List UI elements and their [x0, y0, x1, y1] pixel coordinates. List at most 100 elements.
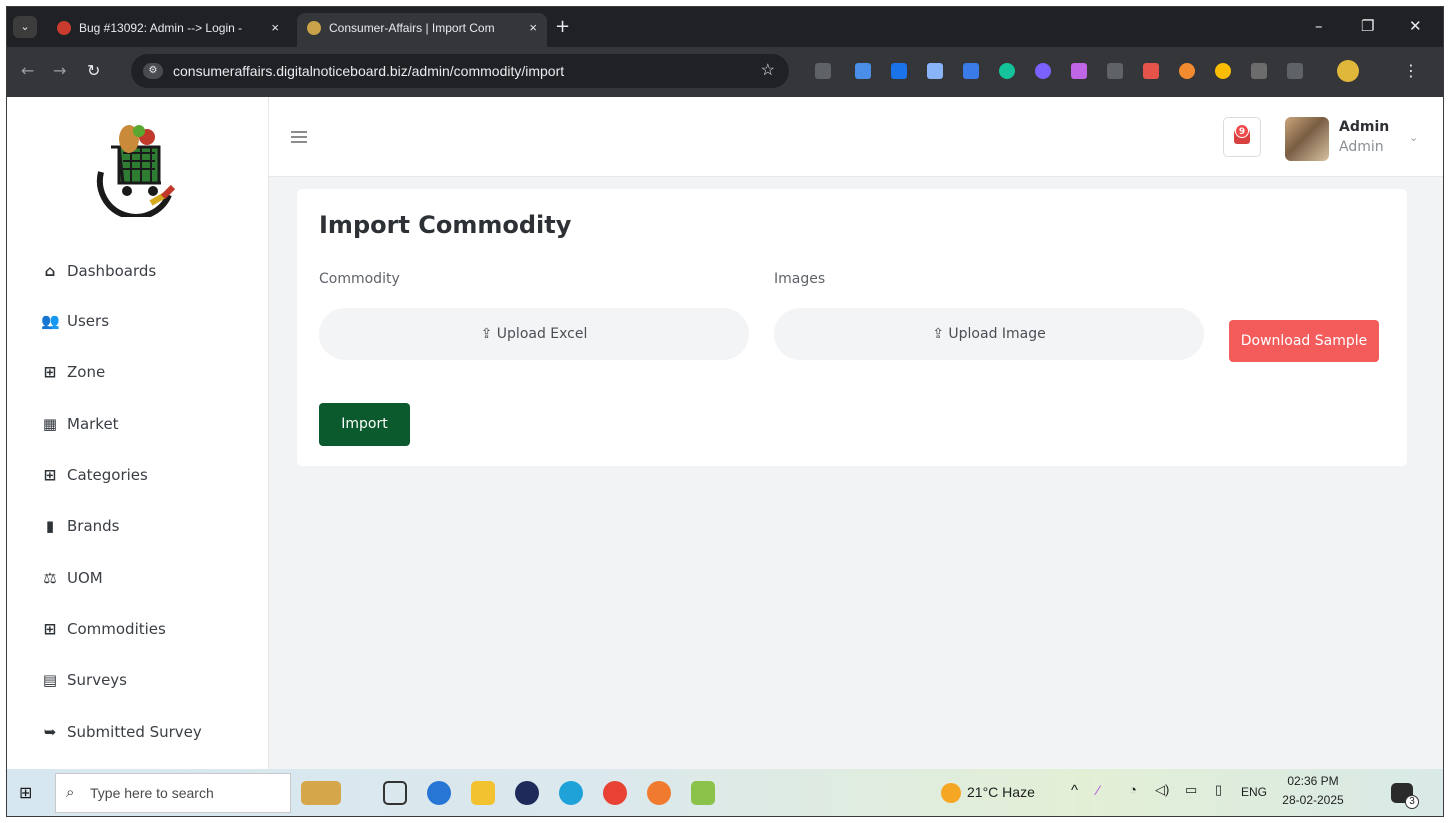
profile-avatar-icon[interactable]	[1337, 60, 1359, 82]
bookmark-star-icon[interactable]: ☆	[761, 54, 775, 88]
chrome-icon[interactable]	[603, 781, 627, 805]
page-title: Import Commodity	[319, 211, 572, 239]
grid-icon: ⊞	[43, 363, 57, 381]
sidebar-item-commodities[interactable]: ⊞ Commodities	[41, 615, 166, 643]
upload-excel-label: Upload Excel	[496, 326, 588, 342]
task-view-icon[interactable]	[383, 781, 407, 805]
windows-start-icon[interactable]: ⊞	[19, 785, 35, 801]
sidebar-item-label: Categories	[67, 466, 148, 484]
search-icon: ⌕	[66, 784, 75, 801]
notification-button[interactable]: 9	[1223, 117, 1261, 157]
lantern-widget-icon[interactable]	[301, 781, 341, 805]
restore-icon[interactable]: ❐	[1361, 17, 1374, 35]
language-indicator[interactable]: ENG	[1241, 785, 1267, 799]
skype-icon[interactable]	[427, 781, 451, 805]
main-content: Import Commodity Commodity Images ⇪ Uplo…	[269, 177, 1443, 769]
sidebar-item-uom[interactable]: ⚖ UOM	[41, 564, 103, 592]
chevron-down-icon[interactable]: ⌄	[1409, 131, 1418, 144]
hamburger-menu-icon[interactable]	[291, 131, 307, 143]
extension-sigma-icon[interactable]	[815, 63, 831, 79]
sidebar-item-surveys[interactable]: ▤ Surveys	[41, 666, 127, 694]
extensions-puzzle-icon[interactable]	[1287, 63, 1303, 79]
extension-ring-icon[interactable]	[1179, 63, 1195, 79]
upload-excel-button[interactable]: ⇪ Upload Excel	[319, 308, 749, 360]
sidebar-item-label: Users	[67, 312, 110, 330]
clock-time[interactable]: 02:36 PM	[1277, 774, 1349, 788]
wifi-icon[interactable]: ◔	[1129, 782, 1137, 797]
user-name[interactable]: Admin	[1339, 119, 1389, 135]
import-card: Import Commodity Commodity Images ⇪ Uplo…	[297, 189, 1407, 466]
clock-date[interactable]: 28-02-2025	[1277, 793, 1349, 807]
sidebar-item-label: Dashboards	[67, 262, 157, 280]
upload-image-button[interactable]: ⇪ Upload Image	[774, 308, 1204, 360]
sidebar-item-categories[interactable]: ⊞ Categories	[41, 461, 148, 489]
download-sample-button[interactable]: Download Sample	[1229, 320, 1379, 362]
battery-icon[interactable]: ▭	[1185, 782, 1197, 798]
site-info-icon[interactable]: ⚙	[143, 63, 163, 79]
sidebar-item-submitted-survey[interactable]: ➥ Submitted Survey	[41, 718, 202, 746]
chevron-up-icon[interactable]: ^	[1071, 782, 1078, 799]
firefox-icon[interactable]	[647, 781, 671, 805]
weather-icon[interactable]	[941, 783, 961, 803]
sidebar-item-label: Market	[67, 415, 119, 433]
chrome-menu-icon[interactable]: ⋮	[1403, 61, 1419, 80]
import-button[interactable]: Import	[319, 403, 410, 446]
close-window-icon[interactable]: ✕	[1409, 17, 1422, 35]
back-icon[interactable]: ←	[21, 61, 34, 80]
extension-screen-icon[interactable]	[927, 63, 943, 79]
scale-icon: ⚖	[43, 569, 57, 587]
sidebar-item-users[interactable]: 👥 Users	[41, 307, 109, 335]
sidebar-item-label: Brands	[67, 517, 120, 535]
tab-title: Bug #13092: Admin --> Login -	[79, 21, 243, 35]
tab-title: Consumer-Affairs | Import Com	[329, 21, 495, 35]
notepad-icon[interactable]	[691, 781, 715, 805]
upload-icon: ⇪	[932, 326, 949, 342]
extension-pen-icon[interactable]	[1071, 63, 1087, 79]
extension-translate-icon[interactable]	[855, 63, 871, 79]
sidebar: ⌂ Dashboards 👥 Users ⊞ Zone ▦ Market ⊞ C…	[7, 97, 269, 769]
users-icon: 👥	[41, 312, 60, 330]
grammarly-icon[interactable]	[999, 63, 1015, 79]
extension-camera-icon[interactable]	[891, 63, 907, 79]
weather-text[interactable]: 21°C Haze	[967, 784, 1035, 800]
tab-search-button[interactable]: ⌄	[13, 16, 37, 38]
edge-icon[interactable]	[559, 781, 583, 805]
pen-tray-icon[interactable]: ⁄	[1097, 782, 1099, 798]
extension-crx-icon[interactable]	[1251, 63, 1267, 79]
sidebar-item-market[interactable]: ▦ Market	[41, 410, 119, 438]
sidebar-item-label: Commodities	[67, 620, 166, 638]
top-header: 9 Admin Admin ⌄	[269, 97, 1443, 177]
browser-tab-active[interactable]: Consumer-Affairs | Import Com ×	[297, 13, 547, 47]
minimize-icon[interactable]: –	[1315, 17, 1323, 35]
extension-spark-icon[interactable]	[1035, 63, 1051, 79]
new-tab-button[interactable]: +	[555, 17, 570, 37]
input-method-icon[interactable]: ▯	[1215, 782, 1222, 798]
eclipse-icon[interactable]	[515, 781, 539, 805]
images-label: Images	[774, 271, 826, 287]
extension-smile-icon[interactable]	[1215, 63, 1231, 79]
avatar[interactable]	[1285, 117, 1329, 161]
home-icon: ⌂	[44, 262, 56, 280]
store-icon: ▦	[42, 415, 58, 433]
extension-cursor-icon[interactable]	[1107, 63, 1123, 79]
forward-icon[interactable]: →	[53, 61, 66, 80]
reload-icon[interactable]: ↻	[87, 61, 100, 80]
close-tab-icon[interactable]: ×	[529, 13, 537, 43]
browser-tab-bug[interactable]: Bug #13092: Admin --> Login - ×	[47, 13, 289, 47]
extension-f-icon[interactable]	[963, 63, 979, 79]
sidebar-item-zone[interactable]: ⊞ Zone	[41, 358, 106, 386]
sidebar-item-dashboards[interactable]: ⌂ Dashboards	[41, 257, 157, 285]
file-explorer-icon[interactable]	[471, 781, 495, 805]
action-center-badge: 3	[1405, 795, 1419, 809]
windows-taskbar: ⊞ ⌕ Type here to search 21°C Haze ^ ⁄ ◔ …	[7, 769, 1443, 816]
sidebar-item-label: Zone	[67, 363, 106, 381]
volume-icon[interactable]: ◁)	[1155, 782, 1169, 798]
redmine-favicon-icon	[57, 21, 71, 35]
address-bar[interactable]: ⚙ consumeraffairs.digitalnoticeboard.biz…	[131, 54, 789, 88]
sidebar-item-label: UOM	[67, 569, 103, 587]
extension-loop-icon[interactable]	[1143, 63, 1159, 79]
sidebar-item-brands[interactable]: ▮ Brands	[41, 512, 120, 540]
close-tab-icon[interactable]: ×	[271, 13, 279, 43]
grid-icon: ⊞	[43, 466, 57, 484]
taskbar-search-input[interactable]: ⌕ Type here to search	[55, 773, 291, 813]
